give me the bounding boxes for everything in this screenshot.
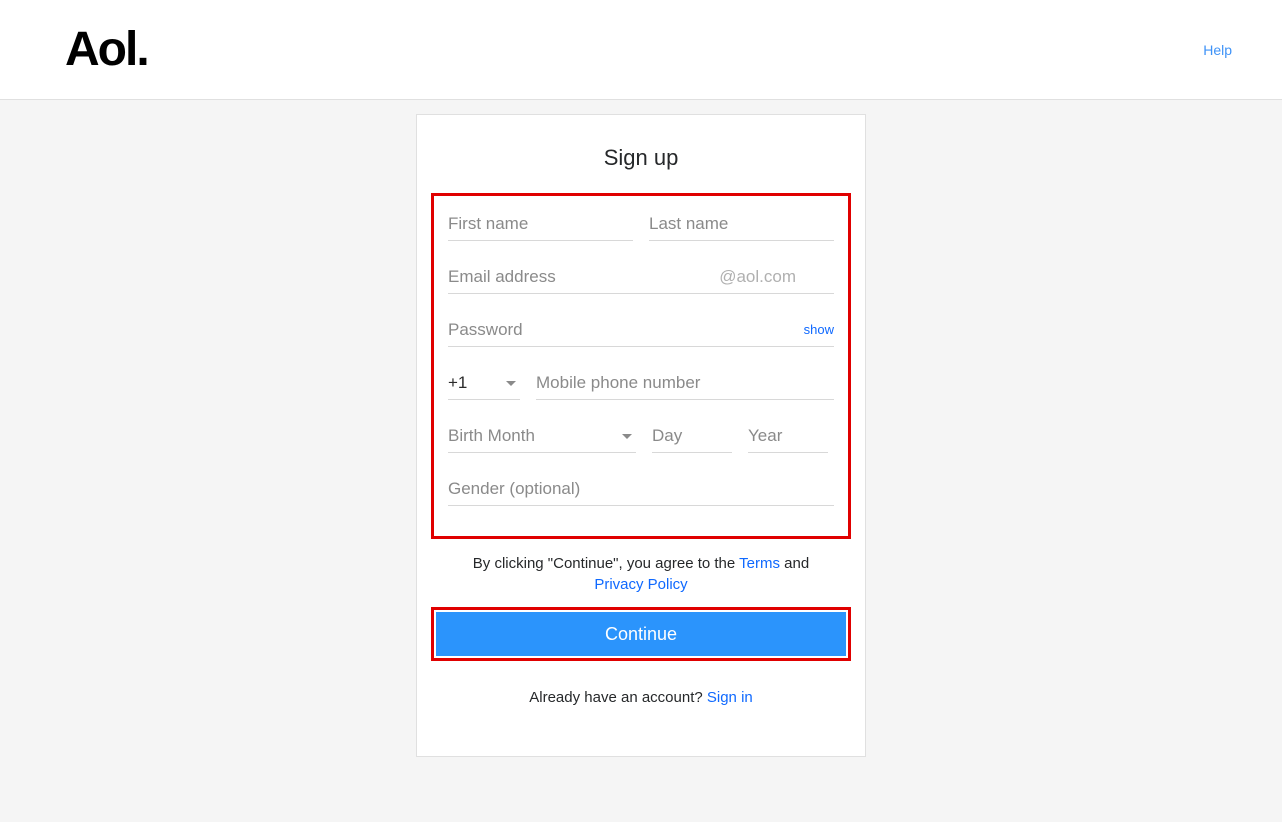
email-suffix-label: @aol.com (719, 267, 796, 287)
privacy-link[interactable]: Privacy Policy (594, 576, 687, 593)
last-name-placeholder: Last name (649, 214, 728, 233)
gender-placeholder: Gender (optional) (448, 479, 580, 498)
signup-card: Sign up First name Last name Email addre… (416, 114, 866, 757)
birth-year-placeholder: Year (748, 426, 782, 445)
legal-text: By clicking "Continue", you agree to the… (451, 553, 831, 595)
chevron-down-icon (506, 381, 516, 386)
country-code-selector[interactable]: +1 (448, 365, 520, 400)
email-field[interactable]: Email address @aol.com (448, 259, 834, 294)
phone-placeholder: Mobile phone number (536, 373, 700, 392)
birth-month-placeholder: Birth Month (448, 426, 622, 446)
page-title: Sign up (431, 145, 851, 171)
legal-prefix: By clicking "Continue", you agree to the (473, 555, 739, 572)
header: Aol. Help (0, 0, 1282, 100)
signin-prefix: Already have an account? (529, 689, 707, 706)
terms-link[interactable]: Terms (739, 555, 780, 572)
password-placeholder: Password (448, 320, 523, 339)
gender-field[interactable]: Gender (optional) (448, 471, 834, 506)
signin-link[interactable]: Sign in (707, 689, 753, 706)
button-highlight-box: Continue (431, 607, 851, 661)
last-name-field[interactable]: Last name (649, 206, 834, 241)
show-password-link[interactable]: show (804, 322, 834, 337)
first-name-placeholder: First name (448, 214, 528, 233)
password-field[interactable]: Password show (448, 312, 834, 347)
phone-field[interactable]: Mobile phone number (536, 365, 834, 400)
birth-day-field[interactable]: Day (652, 418, 732, 453)
form-highlight-box: First name Last name Email address @aol.… (431, 193, 851, 539)
legal-middle: and (780, 555, 809, 572)
chevron-down-icon (622, 434, 632, 439)
aol-logo: Aol. (65, 22, 148, 77)
first-name-field[interactable]: First name (448, 206, 633, 241)
help-link[interactable]: Help (1203, 42, 1232, 58)
country-code-value: +1 (448, 373, 467, 393)
continue-button[interactable]: Continue (436, 612, 846, 656)
birth-day-placeholder: Day (652, 426, 682, 445)
signin-prompt: Already have an account? Sign in (431, 689, 851, 706)
birth-month-selector[interactable]: Birth Month (448, 418, 636, 453)
email-placeholder: Email address (448, 267, 556, 286)
birth-year-field[interactable]: Year (748, 418, 828, 453)
